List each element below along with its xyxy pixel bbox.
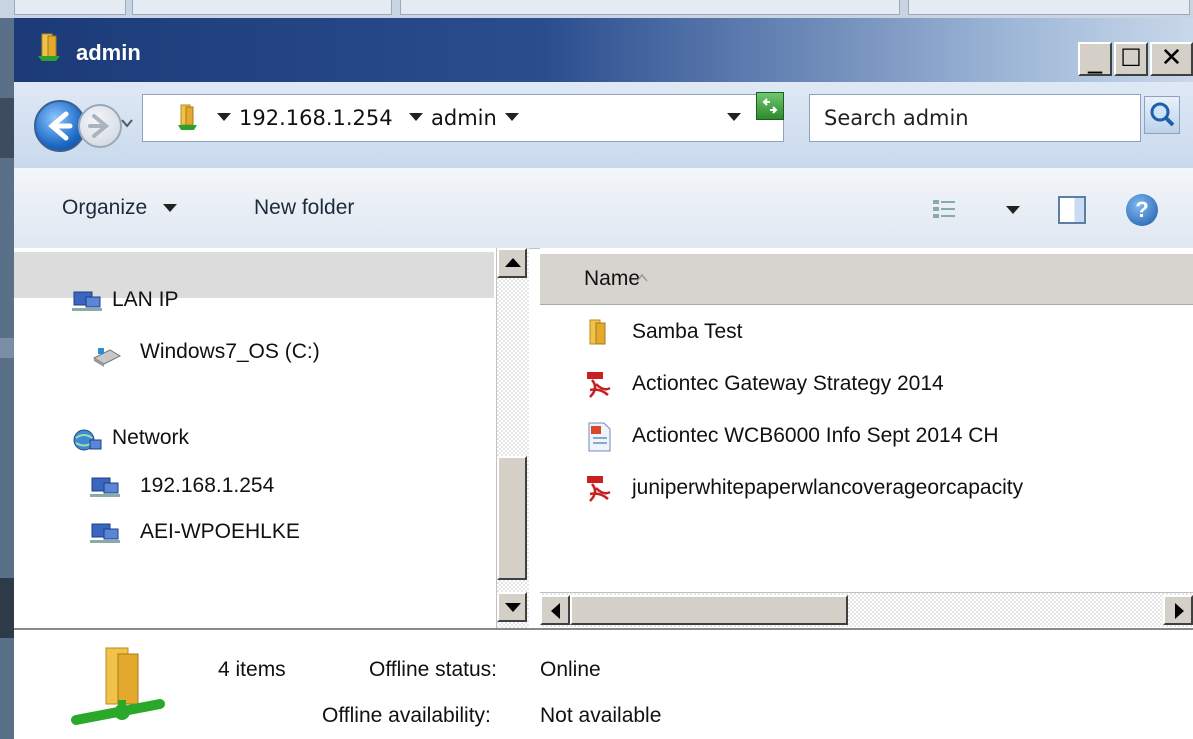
network-computer-icon xyxy=(90,523,120,543)
search-icon xyxy=(1150,102,1175,127)
breadcrumb-chevron-icon[interactable] xyxy=(217,113,231,121)
pdf-icon xyxy=(587,476,611,502)
address-history-dropdown-icon[interactable] xyxy=(727,113,741,121)
background-tab xyxy=(908,0,1190,15)
address-bar-area: 192.168.1.254 admin Search admin xyxy=(14,82,1193,169)
background-taskbar-strip xyxy=(0,0,1193,18)
nav-item-label: AEI-WPOEHLKE xyxy=(140,520,300,543)
search-input[interactable]: Search admin xyxy=(809,94,1141,142)
network-computer-icon xyxy=(90,477,120,497)
window-title: admin xyxy=(76,40,141,65)
scroll-thumb[interactable] xyxy=(497,456,527,580)
background-tab xyxy=(14,0,126,15)
offline-status-value: Online xyxy=(540,658,601,681)
details-pane: 4 items Offline status: Online Offline a… xyxy=(14,628,1193,739)
offline-availability-value: Not available xyxy=(540,704,662,727)
offline-status-label: Offline status: xyxy=(369,658,498,681)
command-bar: Organize New folder ? xyxy=(14,168,1193,249)
chevron-down-icon xyxy=(163,204,178,213)
scroll-down-button[interactable] xyxy=(497,592,527,622)
arrow-left-icon xyxy=(48,111,73,141)
title-bar[interactable]: admin _ ☐ ✕ xyxy=(14,18,1193,82)
column-header-name[interactable]: Name xyxy=(540,254,1193,305)
search-button[interactable] xyxy=(1144,96,1180,134)
view-details-icon[interactable] xyxy=(932,198,956,224)
sort-ascending-icon xyxy=(636,274,648,282)
drive-icon xyxy=(92,348,122,367)
nav-item-label: 192.168.1.254 xyxy=(140,474,275,497)
nav-item-label: Network xyxy=(112,426,190,449)
scroll-left-button[interactable] xyxy=(540,595,570,625)
folder-icon xyxy=(178,104,197,130)
folder-icon xyxy=(38,33,60,61)
refresh-icon xyxy=(762,98,778,114)
arrow-right-icon xyxy=(1175,603,1184,619)
offline-availability-label: Offline availability: xyxy=(322,704,491,727)
folder-icon xyxy=(589,319,606,345)
column-header-label: Name xyxy=(584,267,641,290)
maximize-button[interactable]: ☐ xyxy=(1114,42,1148,76)
network-globe-icon xyxy=(73,429,102,451)
address-input[interactable]: 192.168.1.254 admin xyxy=(142,94,784,142)
scroll-thumb[interactable] xyxy=(570,595,848,625)
network-folder-icon xyxy=(71,647,165,725)
new-folder-button[interactable]: New folder xyxy=(254,196,354,220)
item-count: 4 items xyxy=(218,658,286,681)
breadcrumb-chevron-icon[interactable] xyxy=(505,113,519,121)
background-tab xyxy=(400,0,900,15)
explorer-window: admin _ ☐ ✕ 192.168.1.254 admin Search a… xyxy=(14,18,1193,739)
breadcrumb-item[interactable]: admin xyxy=(431,106,497,130)
arrow-left-icon xyxy=(551,603,560,619)
preview-pane-button[interactable] xyxy=(1058,196,1086,224)
file-name: Samba Test xyxy=(632,320,743,343)
document-icon xyxy=(588,422,611,452)
organize-label: Organize xyxy=(62,196,148,219)
file-name: juniperwhitepaperwlancoverageorcapacity xyxy=(632,476,1024,499)
close-button[interactable]: ✕ xyxy=(1150,42,1193,76)
network-computer-icon xyxy=(72,291,102,311)
scroll-up-button[interactable] xyxy=(497,248,527,278)
help-icon[interactable]: ? xyxy=(1126,194,1158,226)
arrow-up-icon xyxy=(505,258,521,267)
recent-pages-dropdown[interactable] xyxy=(120,118,134,128)
nav-vertical-scrollbar[interactable] xyxy=(496,248,529,628)
arrow-right-icon xyxy=(88,114,110,138)
background-tab xyxy=(132,0,392,15)
pdf-icon xyxy=(587,372,611,398)
file-name: Actiontec WCB6000 Info Sept 2014 CH xyxy=(632,424,999,447)
breadcrumb-item[interactable]: 192.168.1.254 xyxy=(239,106,393,130)
background-window-edge xyxy=(0,18,14,739)
view-options-dropdown-icon[interactable] xyxy=(1006,206,1020,214)
scroll-right-button[interactable] xyxy=(1163,595,1193,625)
minimize-button[interactable]: _ xyxy=(1078,42,1112,76)
nav-item-label: LAN IP xyxy=(112,288,179,311)
forward-button[interactable] xyxy=(78,104,122,148)
refresh-button[interactable] xyxy=(756,92,784,120)
breadcrumb-chevron-icon[interactable] xyxy=(409,113,423,121)
arrow-down-icon xyxy=(505,603,521,612)
search-placeholder: Search admin xyxy=(824,106,969,130)
organize-button[interactable]: Organize xyxy=(62,196,178,220)
file-name: Actiontec Gateway Strategy 2014 xyxy=(632,372,944,395)
nav-item-label: Windows7_OS (C:) xyxy=(140,340,320,363)
content-horizontal-scrollbar[interactable] xyxy=(540,592,1193,627)
